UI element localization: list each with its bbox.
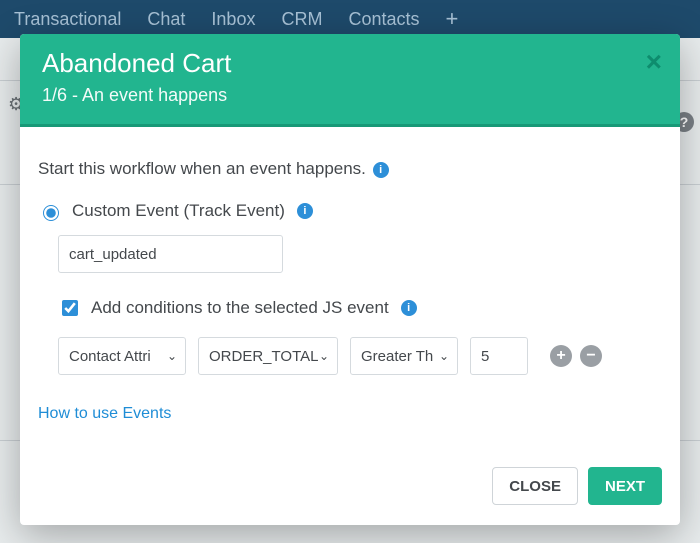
add-condition-icon[interactable]: + (550, 345, 572, 367)
chevron-down-icon: ⌄ (439, 349, 449, 363)
top-nav: Transactional Chat Inbox CRM Contacts + (0, 0, 700, 38)
modal-footer: CLOSE NEXT (20, 453, 680, 525)
add-tab-icon[interactable]: + (446, 6, 459, 32)
close-icon[interactable]: × (646, 48, 662, 76)
nav-item[interactable]: CRM (281, 9, 322, 30)
modal-header: Abandoned Cart 1/6 - An event happens × (20, 34, 680, 127)
chevron-down-icon: ⌄ (319, 349, 329, 363)
custom-event-option[interactable]: Custom Event (Track Event) i (38, 201, 662, 221)
add-conditions-label: Add conditions to the selected JS event (91, 298, 389, 318)
condition-row: Contact Attri ⌄ ORDER_TOTAL ⌄ Greater Th… (58, 337, 662, 375)
condition-field-type-select[interactable]: Contact Attri ⌄ (58, 337, 186, 375)
modal-subtitle: 1/6 - An event happens (42, 85, 658, 106)
custom-event-radio[interactable] (43, 205, 59, 221)
workflow-step-modal: Abandoned Cart 1/6 - An event happens × … (20, 34, 680, 525)
condition-value-input[interactable] (470, 337, 528, 375)
add-conditions-checkbox[interactable] (62, 300, 78, 316)
chevron-down-icon: ⌄ (167, 349, 177, 363)
nav-item[interactable]: Chat (147, 9, 185, 30)
event-name-input[interactable] (58, 235, 283, 273)
next-button[interactable]: NEXT (588, 467, 662, 505)
info-icon[interactable]: i (401, 300, 417, 316)
info-icon[interactable]: i (297, 203, 313, 219)
close-button[interactable]: CLOSE (492, 467, 578, 505)
intro-text: Start this workflow when an event happen… (38, 159, 662, 179)
remove-condition-icon[interactable]: − (580, 345, 602, 367)
nav-item[interactable]: Contacts (348, 9, 419, 30)
add-conditions-option[interactable]: Add conditions to the selected JS event … (58, 297, 662, 319)
modal-body: Start this workflow when an event happen… (20, 127, 680, 453)
select-value: Contact Attri (69, 348, 151, 365)
condition-operator-select[interactable]: Greater Th ⌄ (350, 337, 458, 375)
nav-item[interactable]: Transactional (14, 9, 121, 30)
intro-label: Start this workflow when an event happen… (38, 159, 366, 178)
modal-title: Abandoned Cart (42, 48, 658, 79)
custom-event-label: Custom Event (Track Event) (72, 201, 285, 221)
condition-field-name-select[interactable]: ORDER_TOTAL ⌄ (198, 337, 338, 375)
select-value: ORDER_TOTAL (209, 348, 318, 365)
nav-item[interactable]: Inbox (211, 9, 255, 30)
how-to-use-events-link[interactable]: How to use Events (38, 405, 171, 423)
info-icon[interactable]: i (373, 162, 389, 178)
select-value: Greater Th (361, 348, 433, 365)
